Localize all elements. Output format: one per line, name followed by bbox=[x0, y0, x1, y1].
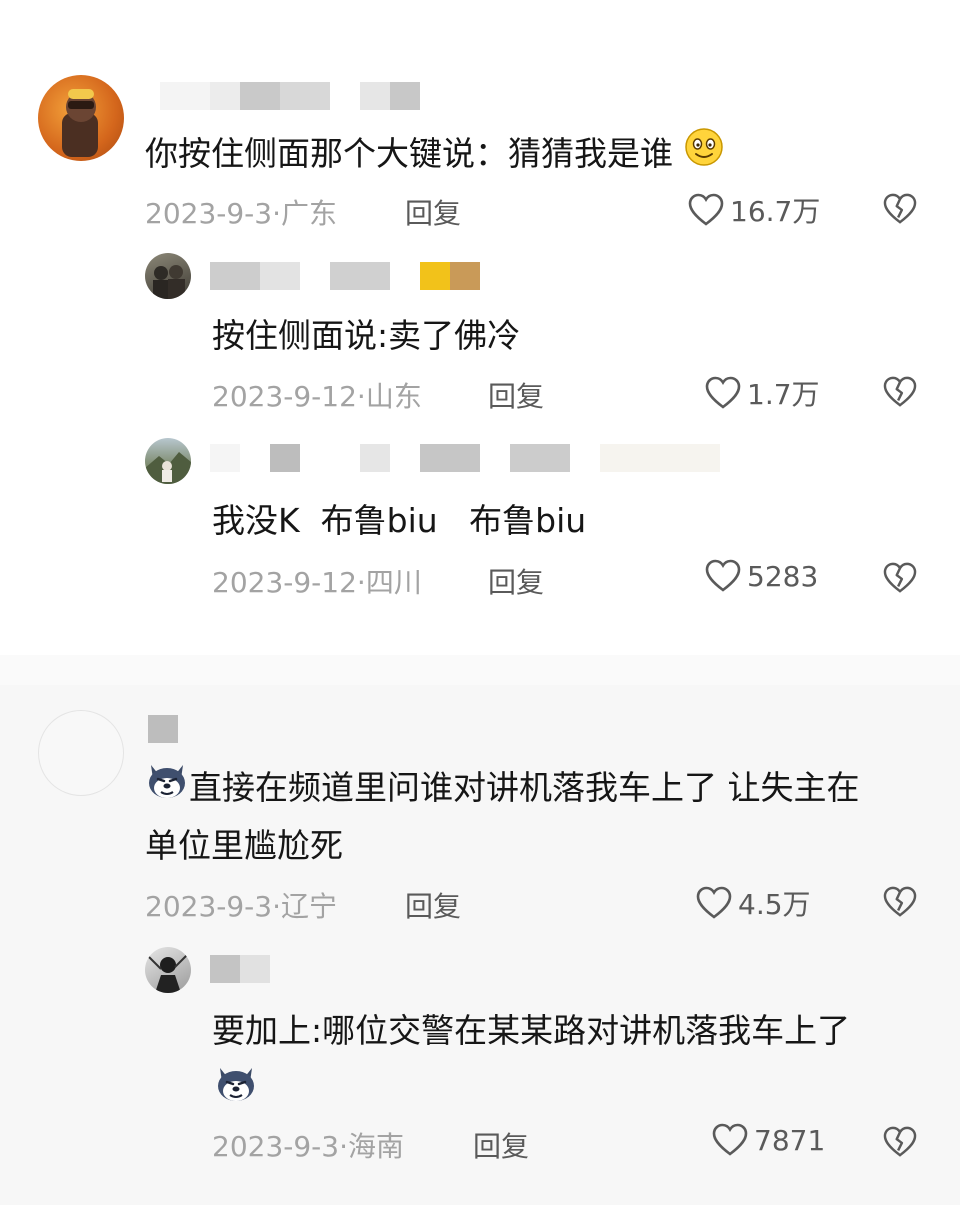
comment-meta: 2023-9-3·广东 bbox=[145, 197, 338, 230]
heart-icon bbox=[705, 559, 741, 592]
reply-button[interactable]: 回复 bbox=[405, 192, 461, 232]
avatar[interactable] bbox=[145, 253, 191, 299]
thread-divider bbox=[0, 655, 960, 685]
comment-text: 要加上:哪位交警在某某路对讲机落我车上了 bbox=[212, 1011, 851, 1050]
broken-heart-icon bbox=[883, 1126, 917, 1157]
smiling-face-icon bbox=[684, 127, 724, 184]
like-count: 5283 bbox=[747, 559, 819, 593]
comment-text: 你按住侧面那个大键说：猜猜我是谁 bbox=[145, 126, 724, 184]
dislike-button[interactable] bbox=[883, 886, 917, 922]
broken-heart-icon bbox=[883, 376, 917, 407]
broken-heart-icon bbox=[883, 193, 917, 224]
like-button[interactable]: 16.7万 bbox=[688, 190, 820, 230]
heart-icon bbox=[705, 376, 741, 409]
husky-dog-icon bbox=[145, 761, 189, 818]
like-button[interactable]: 5283 bbox=[705, 559, 818, 593]
comment-meta: 2023-9-3·辽宁 bbox=[145, 890, 338, 923]
reply-button[interactable]: 回复 bbox=[488, 561, 544, 601]
comment-meta: 2023-9-3·海南 bbox=[212, 1130, 405, 1163]
username-masked[interactable] bbox=[210, 262, 480, 290]
like-count: 4.5万 bbox=[738, 888, 811, 921]
broken-heart-icon bbox=[883, 886, 917, 917]
comment-text: 按住侧面说:卖了佛冷 bbox=[212, 316, 521, 355]
heart-icon bbox=[712, 1123, 748, 1156]
reply-button[interactable]: 回复 bbox=[488, 375, 544, 415]
like-button[interactable]: 4.5万 bbox=[696, 883, 811, 923]
avatar[interactable] bbox=[145, 438, 191, 484]
like-count: 7871 bbox=[754, 1123, 826, 1157]
dislike-button[interactable] bbox=[883, 1126, 917, 1162]
comment-meta: 2023-9-12·山东 bbox=[212, 380, 422, 413]
username-masked[interactable] bbox=[148, 715, 178, 743]
husky-dog-icon bbox=[214, 1064, 258, 1108]
username-masked[interactable] bbox=[210, 444, 720, 472]
avatar[interactable] bbox=[38, 710, 124, 796]
like-button[interactable]: 7871 bbox=[712, 1123, 825, 1157]
comment-text: 直接在频道里问谁对讲机落我车上了 让失主在 bbox=[145, 760, 860, 818]
avatar[interactable] bbox=[38, 75, 124, 161]
heart-icon bbox=[696, 886, 732, 919]
broken-heart-icon bbox=[883, 562, 917, 593]
dislike-button[interactable] bbox=[883, 562, 917, 598]
like-count: 1.7万 bbox=[747, 378, 820, 411]
comment-text-continued: 单位里尴尬死 bbox=[145, 826, 343, 865]
reply-button[interactable]: 回复 bbox=[473, 1125, 529, 1165]
reply-button[interactable]: 回复 bbox=[405, 885, 461, 925]
username-masked[interactable] bbox=[210, 955, 270, 983]
comment-meta: 2023-9-12·四川 bbox=[212, 566, 422, 599]
like-button[interactable]: 1.7万 bbox=[705, 373, 820, 413]
dislike-button[interactable] bbox=[883, 193, 917, 229]
username-masked[interactable] bbox=[160, 82, 430, 110]
avatar[interactable] bbox=[145, 947, 191, 993]
dislike-button[interactable] bbox=[883, 376, 917, 412]
heart-icon bbox=[688, 193, 724, 226]
comment-text: 我没K 布鲁biu 布鲁biu bbox=[212, 501, 587, 540]
like-count: 16.7万 bbox=[730, 195, 821, 228]
